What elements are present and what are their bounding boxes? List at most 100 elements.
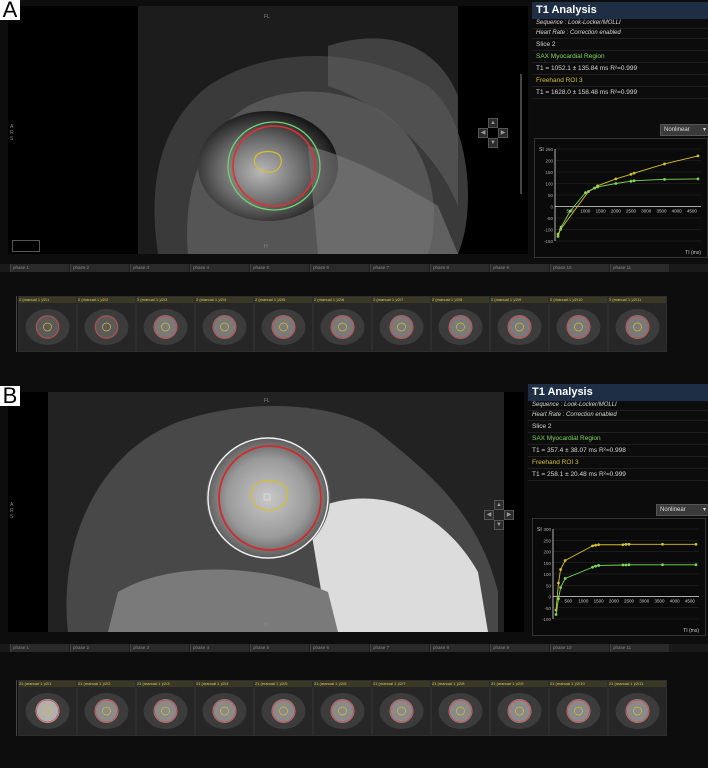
data-point bbox=[563, 577, 567, 580]
phase-tab[interactable]: phase 4 bbox=[190, 644, 249, 652]
t1-analysis-panel: T1 Analysis Sequence : Look-Locker/MOLLI… bbox=[532, 2, 708, 258]
phase-tab[interactable]: phase 11 bbox=[610, 264, 669, 272]
phase-tab[interactable]: phase 5 bbox=[250, 644, 309, 652]
frame-thumbnail[interactable]: 21 (manual 1 )/2/8 bbox=[431, 680, 490, 736]
t1-analysis-title: T1 Analysis bbox=[528, 384, 708, 401]
thumbnail-heart bbox=[35, 699, 60, 723]
frame-thumbnail[interactable]: 2 (manual 1 )/2/7 bbox=[372, 296, 431, 352]
pan-left-button[interactable]: ◀ bbox=[484, 510, 494, 520]
phase-tab[interactable]: phase 10 bbox=[550, 644, 609, 652]
phase-tab[interactable]: phase 3 bbox=[130, 264, 189, 272]
phase-tab[interactable]: phase 9 bbox=[490, 644, 549, 652]
phase-tab[interactable]: phase 6 bbox=[310, 264, 369, 272]
thumbnail-image bbox=[78, 687, 135, 735]
frame-thumbnail[interactable]: 2 (manual 1 )/2/2 bbox=[77, 296, 136, 352]
frame-thumbnail[interactable]: 21 (manual 1 )/2/3 bbox=[136, 680, 195, 736]
data-point bbox=[559, 225, 563, 229]
pan-down-button[interactable]: ▼ bbox=[488, 138, 498, 148]
heart-rate-text: Heart Rate : Correction enabled bbox=[528, 411, 708, 421]
y-tick-label: 150 bbox=[545, 170, 553, 175]
thumbnail-image bbox=[196, 303, 253, 351]
t1-analysis-title: T1 Analysis bbox=[532, 2, 708, 19]
pan-right-button[interactable]: ▶ bbox=[498, 128, 508, 138]
thumbnail-image bbox=[314, 303, 371, 351]
thumbnail-heart bbox=[389, 315, 414, 339]
phase-tab[interactable]: phase 1 bbox=[10, 264, 69, 272]
frame-thumbnail[interactable]: 21 (manual 1 )/2/9 bbox=[490, 680, 549, 736]
x-tick-label: 3000 bbox=[641, 209, 652, 214]
phase-strip: phase 1 phase 2 phase 3 phase 4 phase 5 phase… bbox=[0, 644, 708, 652]
y-tick-label: 50 bbox=[548, 193, 554, 198]
frame-thumbnail[interactable]: 21 (manual 1 )/2/4 bbox=[195, 680, 254, 736]
thumbnail-image bbox=[432, 687, 489, 735]
phase-tab[interactable]: phase 2 bbox=[70, 644, 129, 652]
frame-thumbnail[interactable]: 21 (manual 1 )/2/5 bbox=[254, 680, 313, 736]
frame-thumbnail[interactable]: 2 (manual 1 )/2/6 bbox=[313, 296, 372, 352]
region1-name[interactable]: SAX Myocardial Region bbox=[528, 433, 708, 445]
t1-curve-chart: -100 -50 0 50 100 150 200 250 300 500 1000 1500 2000… bbox=[532, 518, 706, 636]
fit-mode-select[interactable]: Nonlinear ▾ bbox=[660, 124, 708, 136]
phase-tab[interactable]: phase 7 bbox=[370, 644, 429, 652]
thumbnail-image bbox=[137, 687, 194, 735]
window-level-slider[interactable] bbox=[520, 74, 522, 194]
frame-thumbnail[interactable]: 2 (manual 1 )/2/1 bbox=[18, 296, 77, 352]
phase-tab[interactable]: phase 10 bbox=[550, 264, 609, 272]
thumbnail-heart bbox=[507, 699, 532, 723]
thumbnail-heart bbox=[153, 699, 178, 723]
phase-tab[interactable]: phase 8 bbox=[430, 264, 489, 272]
frame-thumbnail[interactable]: 21 (manual 1 )/2/11 bbox=[608, 680, 667, 736]
frame-thumbnail[interactable]: 2 (manual 1 )/2/4 bbox=[195, 296, 254, 352]
phase-tab[interactable]: phase 6 bbox=[310, 644, 369, 652]
x-tick-label: 1000 bbox=[578, 599, 589, 604]
region2-name[interactable]: Freehand ROI 3 bbox=[528, 457, 708, 469]
region2-name[interactable]: Freehand ROI 3 bbox=[532, 75, 708, 87]
frame-thumbnail[interactable]: 2 (manual 1 )/2/5 bbox=[254, 296, 313, 352]
x-tick-label: 3500 bbox=[654, 599, 665, 604]
pan-down-button[interactable]: ▼ bbox=[494, 520, 504, 530]
orientation-top: FL bbox=[264, 14, 270, 20]
thumbnail-image bbox=[609, 687, 666, 735]
thumbnail-heart bbox=[94, 699, 119, 723]
phase-tab[interactable]: phase 8 bbox=[430, 644, 489, 652]
frame-thumbnail[interactable]: 2 (manual 1 )/2/8 bbox=[431, 296, 490, 352]
x-tick-label: 4500 bbox=[685, 599, 696, 604]
frame-thumbnail[interactable]: 21 (manual 1 )/2/7 bbox=[372, 680, 431, 736]
phase-tab[interactable]: phase 1 bbox=[10, 644, 69, 652]
phase-strip: phase 1 phase 2 phase 3 phase 4 phase 5 phase… bbox=[0, 264, 708, 272]
y-tick-label: -100 bbox=[544, 228, 554, 233]
image-viewer[interactable]: FL H A R S ▲ ◀ ▶ ▼ bbox=[8, 392, 524, 632]
phase-tab[interactable]: phase 2 bbox=[70, 264, 129, 272]
thumbnail-heart bbox=[153, 315, 178, 339]
frame-thumbnail[interactable]: 21 (manual 1 )/2/2 bbox=[77, 680, 136, 736]
phase-tab[interactable]: phase 9 bbox=[490, 264, 549, 272]
image-viewer[interactable]: FL H A R S ▲ ◀ ▶ ▼ bbox=[8, 6, 528, 254]
region1-name[interactable]: SAX Myocardial Region bbox=[532, 51, 708, 63]
thumbnail-image bbox=[19, 303, 76, 351]
orientation-left: A R S bbox=[10, 124, 14, 142]
fit-mode-select[interactable]: Nonlinear ▾ bbox=[656, 504, 708, 516]
y-tick-label: 0 bbox=[550, 205, 553, 210]
frame-thumbnail[interactable]: 2 (manual 1 )/2/9 bbox=[490, 296, 549, 352]
thumbnail-heart bbox=[389, 699, 414, 723]
data-point bbox=[597, 543, 601, 547]
x-tick-label: 3000 bbox=[639, 599, 650, 604]
pan-up-button[interactable]: ▲ bbox=[494, 500, 504, 510]
thumbnail-image bbox=[432, 303, 489, 351]
pan-left-button[interactable]: ◀ bbox=[478, 128, 488, 138]
phase-tab[interactable]: phase 7 bbox=[370, 264, 429, 272]
phase-tab[interactable]: phase 3 bbox=[130, 644, 189, 652]
data-point bbox=[614, 177, 618, 181]
frame-thumbnail[interactable]: 21 (manual 1 )/2/6 bbox=[313, 680, 372, 736]
frame-thumbnail[interactable]: 2 (manual 1 )/2/10 bbox=[549, 296, 608, 352]
frame-thumbnail[interactable]: 2 (manual 1 )/2/11 bbox=[608, 296, 667, 352]
phase-tab[interactable]: phase 11 bbox=[610, 644, 669, 652]
pan-up-button[interactable]: ▲ bbox=[488, 118, 498, 128]
phase-tab[interactable]: phase 5 bbox=[250, 264, 309, 272]
y-tick-label: 0 bbox=[548, 595, 551, 600]
frame-thumbnail[interactable]: 21 (manual 1 )/2/1 bbox=[18, 680, 77, 736]
frame-thumbnail[interactable]: 2 (manual 1 )/2/3 bbox=[136, 296, 195, 352]
frame-thumbnail[interactable]: 21 (manual 1 )/2/10 bbox=[549, 680, 608, 736]
y-tick-label: 100 bbox=[543, 572, 551, 577]
phase-tab[interactable]: phase 4 bbox=[190, 264, 249, 272]
pan-right-button[interactable]: ▶ bbox=[504, 510, 514, 520]
